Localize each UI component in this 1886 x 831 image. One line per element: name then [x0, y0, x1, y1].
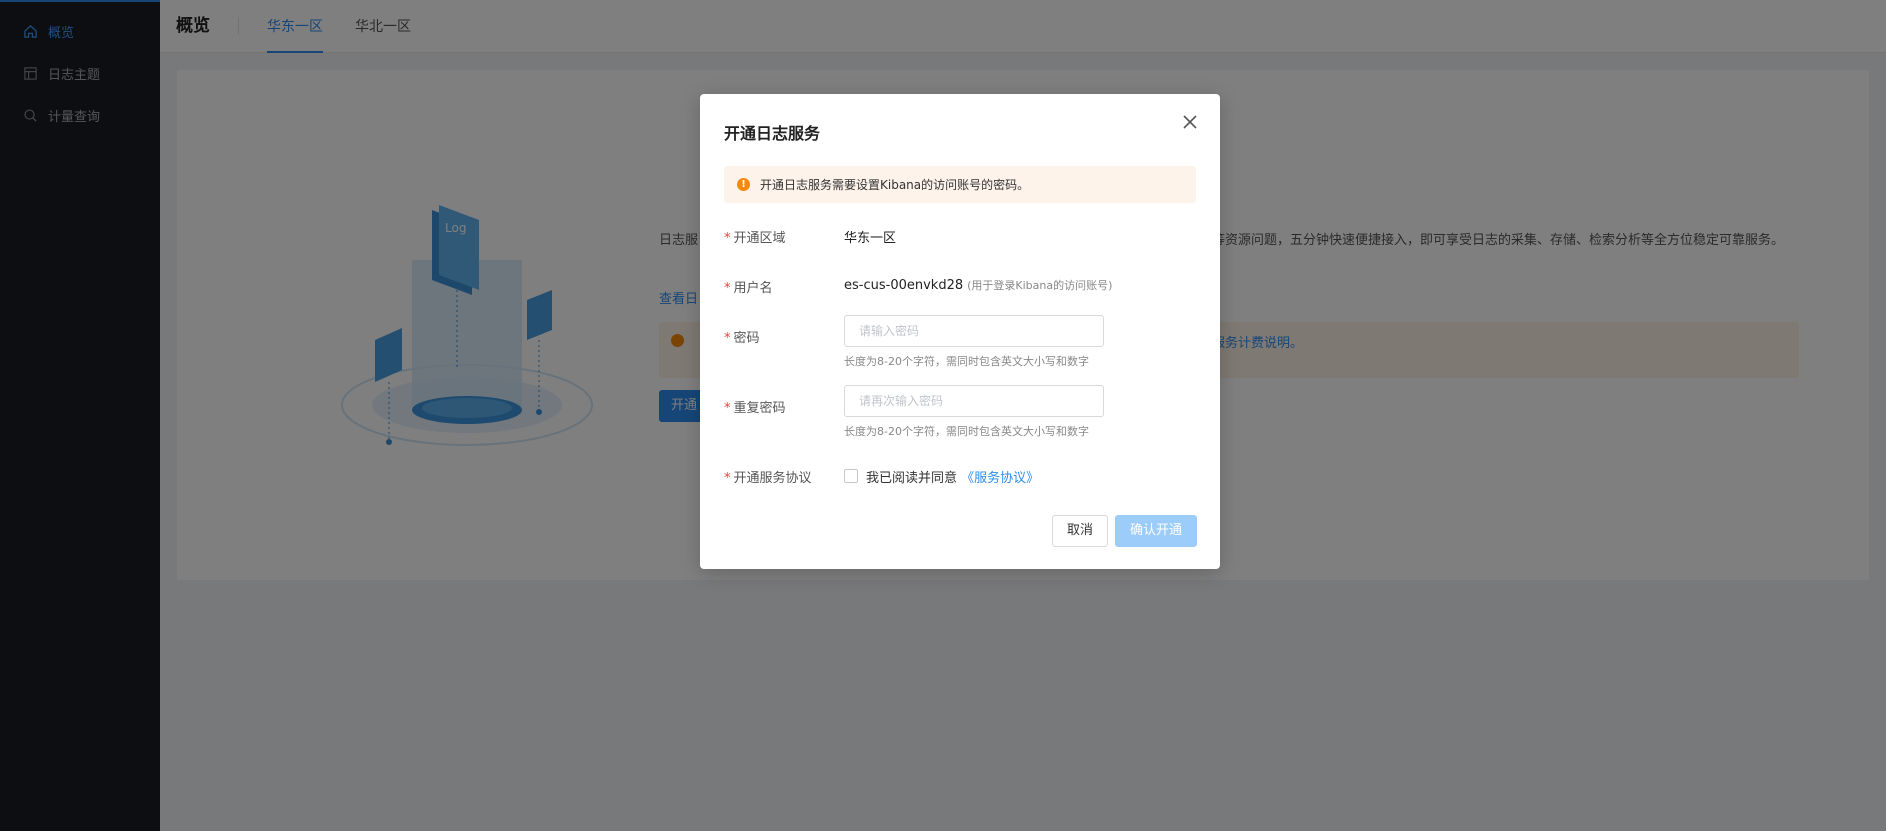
username-value: es-cus-00envkd28 (用于登录Kibana的访问账号): [844, 277, 1112, 293]
cancel-button[interactable]: 取消: [1052, 515, 1108, 547]
agreement-statement: 我已阅读并同意: [866, 471, 958, 486]
dialog-title: 开通日志服务: [724, 124, 821, 143]
password-label: * 密码: [724, 331, 760, 346]
confirm-password-input[interactable]: [844, 385, 1104, 417]
username-label: * 用户名: [724, 281, 773, 296]
confirm-password-label: * 重复密码: [724, 401, 786, 416]
confirm-open-button[interactable]: 确认开通: [1115, 515, 1197, 547]
password-hint: 长度为8-20个字符，需同时包含英文大小写和数字: [844, 355, 1089, 368]
agreement-label: * 开通服务协议: [724, 471, 812, 486]
warning-icon: !: [737, 178, 750, 191]
kibana-password-alert: ! 开通日志服务需要设置Kibana的访问账号的密码。: [724, 166, 1196, 203]
region-value: 华东一区: [844, 231, 897, 246]
username-hint: (用于登录Kibana的访问账号): [967, 279, 1113, 292]
username-text: es-cus-00envkd28: [844, 278, 964, 293]
service-agreement-link[interactable]: 《服务协议》: [961, 471, 1039, 486]
region-label: * 开通区域: [724, 231, 786, 246]
alert-text: 开通日志服务需要设置Kibana的访问账号的密码。: [760, 178, 1030, 192]
password-input[interactable]: [844, 315, 1104, 347]
confirm-password-hint: 长度为8-20个字符，需同时包含英文大小写和数字: [844, 425, 1089, 438]
close-icon[interactable]: [1180, 112, 1200, 132]
agreement-checkbox[interactable]: [844, 469, 858, 483]
agreement-text: 我已阅读并同意 《服务协议》: [866, 467, 1039, 486]
open-log-service-dialog: 开通日志服务 ! 开通日志服务需要设置Kibana的访问账号的密码。 * 开通区域…: [700, 94, 1220, 569]
